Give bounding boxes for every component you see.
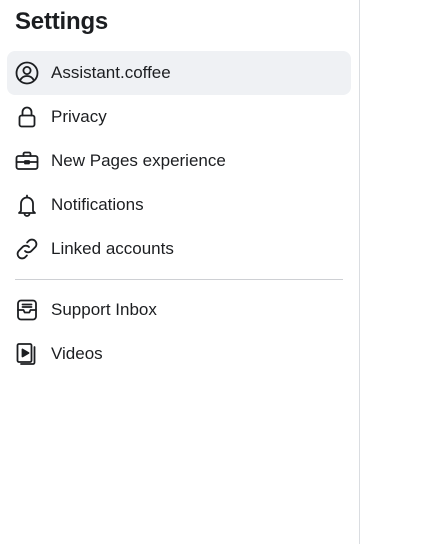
- lock-icon: [15, 105, 39, 129]
- settings-page: Settings Assistant.coffee Privacy New Pa…: [0, 0, 438, 544]
- video-file-icon: [15, 342, 39, 366]
- page-title: Settings: [15, 8, 109, 35]
- content-pane: [361, 0, 438, 544]
- settings-sidebar: Settings Assistant.coffee Privacy New Pa…: [0, 0, 360, 544]
- sidebar-item-label: Assistant.coffee: [51, 63, 171, 82]
- sidebar-item-label: Privacy: [51, 107, 107, 126]
- settings-menu: Assistant.coffee Privacy New Pages exper…: [7, 51, 351, 376]
- user-circle-icon: [15, 61, 39, 85]
- sidebar-item-new-pages-experience[interactable]: New Pages experience: [7, 139, 351, 183]
- menu-divider: [15, 279, 343, 280]
- sidebar-item-support-inbox[interactable]: Support Inbox: [7, 288, 351, 332]
- bell-icon: [15, 193, 39, 217]
- sidebar-item-label: Linked accounts: [51, 239, 174, 258]
- sidebar-item-linked-accounts[interactable]: Linked accounts: [7, 227, 351, 271]
- link-icon: [15, 237, 39, 261]
- sidebar-item-privacy[interactable]: Privacy: [7, 95, 351, 139]
- sidebar-item-videos[interactable]: Videos: [7, 332, 351, 376]
- sidebar-item-assistant-coffee[interactable]: Assistant.coffee: [7, 51, 351, 95]
- sidebar-item-label: Notifications: [51, 195, 144, 214]
- sidebar-item-label: Videos: [51, 344, 103, 363]
- sidebar-item-label: New Pages experience: [51, 151, 226, 170]
- sidebar-item-label: Support Inbox: [51, 300, 157, 319]
- sidebar-item-notifications[interactable]: Notifications: [7, 183, 351, 227]
- briefcase-icon: [15, 149, 39, 173]
- inbox-icon: [15, 298, 39, 322]
